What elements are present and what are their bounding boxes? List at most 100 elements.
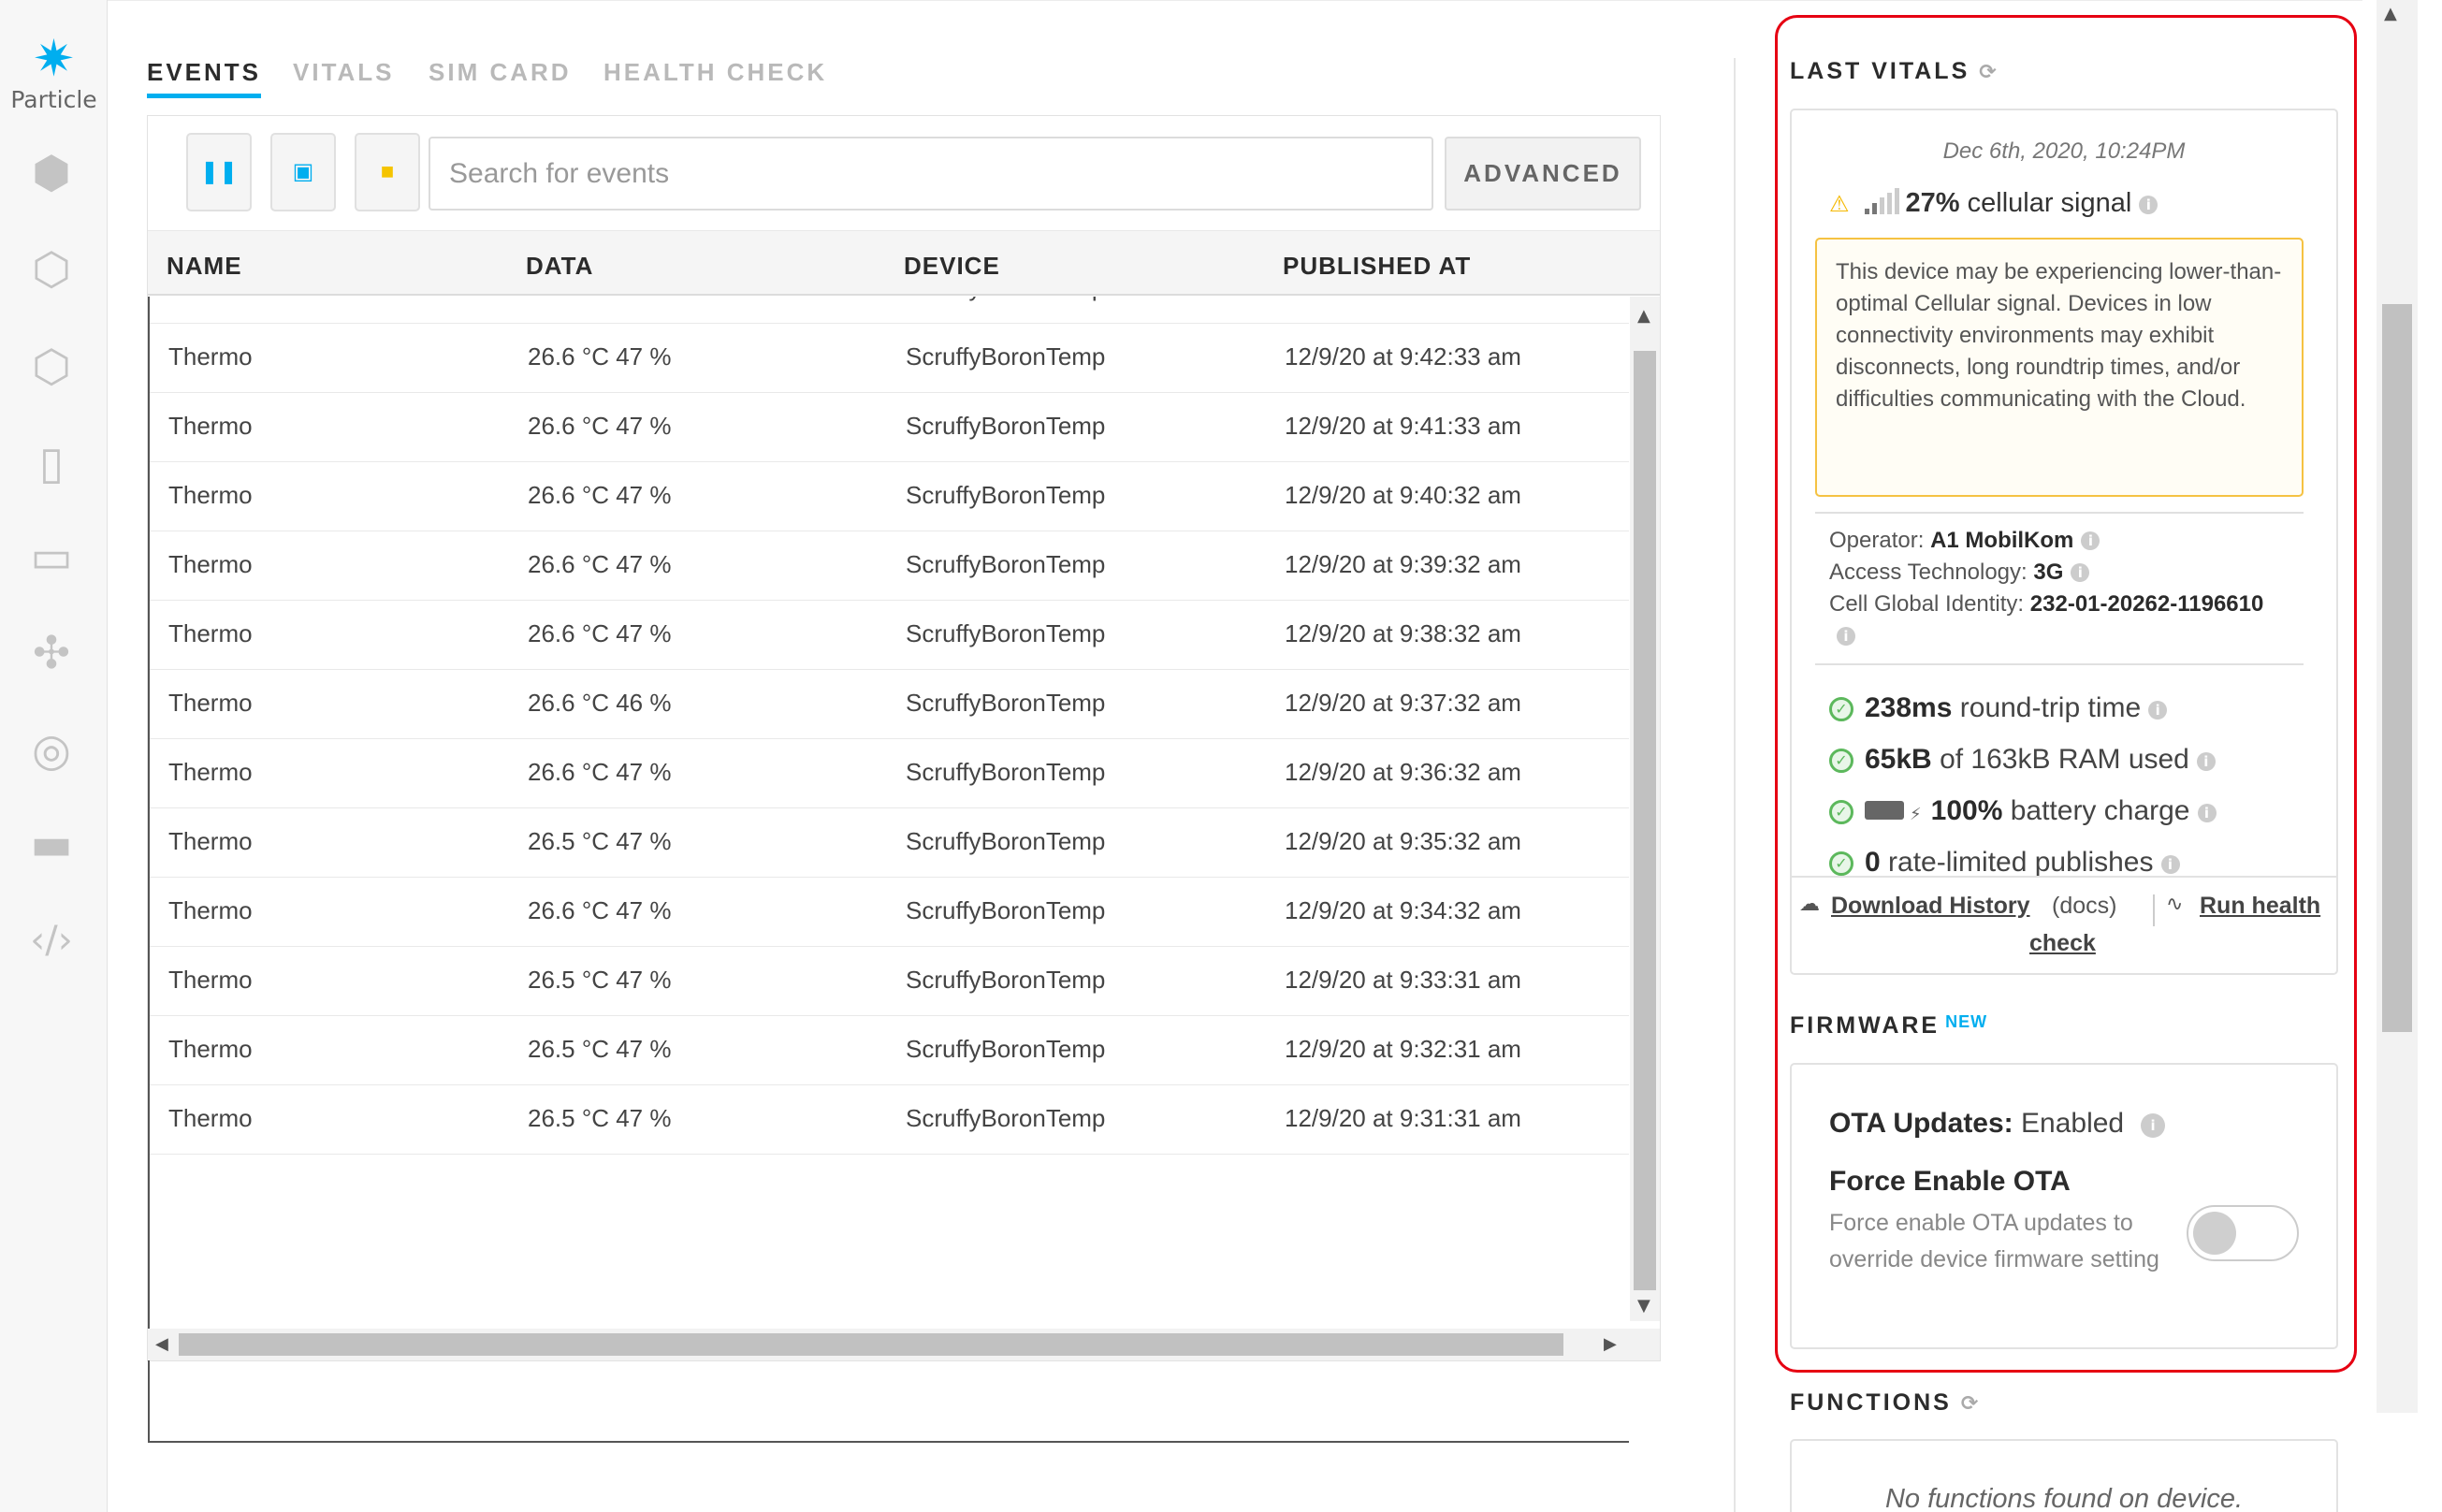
tab-events[interactable]: EVENTS [147,58,262,98]
clear-button[interactable]: ■ [355,133,420,211]
event-data: 26.6 °C 47 % [528,297,672,302]
event-data: 26.5 °C 47 % [528,966,672,994]
event-name: Thermo [168,481,253,509]
event-device: ScruffyBoronTemp [906,342,1106,371]
no-functions-message: No functions found on device. [1884,1484,2244,1512]
events-horizontal-scrollbar[interactable]: ◀ ▶ [148,1329,1660,1360]
column-name[interactable]: NAME [167,252,242,281]
event-data: 26.6 °C 47 % [528,550,672,578]
table-row[interactable]: Thermo 26.6 °C 47 % ScruffyBoronTemp 12/9/2… [150,393,1629,462]
tab-sim-card[interactable]: SIM CARD [429,58,572,87]
table-row[interactable]: Thermo 26.6 °C 47 % ScruffyBoronTemp 12/9/2… [150,297,1629,324]
event-device: ScruffyBoronTemp [906,758,1106,786]
tab-vitals[interactable]: VITALS [293,58,395,87]
event-published-at: 12/9/20 at 9:37:32 am [1285,689,1521,717]
sidebar: ✷ Particle ⬢ ⬡ ⬡ ▯ ▭ ✣ ◎ ▬ ‹/› [0,0,108,1512]
event-published-at: 12/9/20 at 9:36:32 am [1285,758,1521,786]
event-data: 26.6 °C 47 % [528,342,672,371]
event-data: 26.6 °C 46 % [528,689,672,717]
table-row[interactable]: Thermo 26.6 °C 47 % ScruffyBoronTemp 12/9/2… [150,601,1629,670]
events-table-header: NAME DATA DEVICE PUBLISHED AT [148,230,1660,296]
billing-card-icon[interactable]: ▬ [23,816,80,872]
console-terminal-icon[interactable]: ▭ [23,529,80,585]
functions-title: FUNCTIONS [1790,1389,1952,1416]
event-name: Thermo [168,550,253,578]
table-row[interactable]: Thermo 26.6 °C 47 % ScruffyBoronTemp 12/9/2… [150,739,1629,808]
sim-card-icon[interactable]: ▯ [23,435,80,491]
functions-heading: FUNCTIONS ⟳ [1790,1389,1978,1417]
particle-logo[interactable]: ✷ Particle [0,34,108,113]
vitals-highlight-outline [1775,15,2357,1373]
tab-health-check[interactable]: HEALTH CHECK [603,58,827,87]
table-row[interactable]: Thermo 26.5 °C 47 % ScruffyBoronTemp 12/9/2… [150,808,1629,878]
column-published-at[interactable]: PUBLISHED AT [1283,252,1471,281]
devices-cubes-icon[interactable]: ⬡ [23,241,80,298]
event-data: 26.6 °C 47 % [528,481,672,509]
event-published-at: 12/9/20 at 9:40:32 am [1285,481,1521,509]
page-scroll-thumb[interactable] [2382,304,2412,1032]
integrations-hub-icon[interactable]: ✣ [23,625,80,681]
event-name: Thermo [168,827,253,855]
products-cube-icon[interactable]: ⬢ [23,145,80,201]
event-name: Thermo [168,966,253,994]
search-events-input[interactable] [429,137,1433,211]
event-device: ScruffyBoronTemp [906,619,1106,647]
event-name: Thermo [168,1035,253,1063]
functions-card: No functions found on device. [1790,1439,2338,1512]
column-device[interactable]: DEVICE [904,252,1000,281]
code-icon[interactable]: ‹/› [23,912,80,968]
event-data: 26.5 °C 47 % [528,1104,672,1132]
event-published-at: 12/9/20 at 9:43:33 am [1285,297,1521,302]
event-published-at: 12/9/20 at 9:38:32 am [1285,619,1521,647]
scroll-right-arrow-icon[interactable]: ▶ [1604,1334,1617,1354]
scroll-down-arrow-icon[interactable]: ▼ [1637,1296,1650,1316]
event-device: ScruffyBoronTemp [906,412,1106,440]
event-device: ScruffyBoronTemp [906,481,1106,509]
event-published-at: 12/9/20 at 9:33:31 am [1285,966,1521,994]
top-border [108,0,2362,1]
event-device: ScruffyBoronTemp [906,689,1106,717]
event-device: ScruffyBoronTemp [906,966,1106,994]
scroll-up-arrow-icon[interactable]: ▲ [1637,306,1650,326]
authentication-fingerprint-icon[interactable]: ◎ [23,722,80,778]
event-device: ScruffyBoronTemp [906,1035,1106,1063]
event-name: Thermo [168,297,253,302]
table-row[interactable]: Thermo 26.6 °C 47 % ScruffyBoronTemp 12/9/2… [150,531,1629,601]
event-published-at: 12/9/20 at 9:39:32 am [1285,550,1521,578]
event-device: ScruffyBoronTemp [906,1104,1106,1132]
events-panel: ❚❚ ▣ ■ ADVANCED NAME DATA DEVICE PUBLISH… [147,115,1661,1443]
page-scroll-up-arrow-icon[interactable]: ▲ [2384,4,2397,23]
networks-hexagon-icon[interactable]: ⬡ [23,339,80,395]
event-published-at: 12/9/20 at 9:31:31 am [1285,1104,1521,1132]
pause-button[interactable]: ❚❚ [186,133,252,211]
event-device: ScruffyBoronTemp [906,827,1106,855]
column-divider [1734,58,1736,1512]
table-row[interactable]: Thermo 26.6 °C 47 % ScruffyBoronTemp 12/9/2… [150,878,1629,947]
table-row[interactable]: Thermo 26.6 °C 47 % ScruffyBoronTemp 12/9/2… [150,462,1629,531]
event-name: Thermo [168,758,253,786]
advanced-button[interactable]: ADVANCED [1445,137,1641,211]
terminal-button[interactable]: ▣ [270,133,336,211]
event-data: 26.5 °C 47 % [528,1035,672,1063]
event-name: Thermo [168,619,253,647]
event-data: 26.6 °C 47 % [528,896,672,924]
table-row[interactable]: Thermo 26.6 °C 46 % ScruffyBoronTemp 12/9/2… [150,670,1629,739]
event-name: Thermo [168,896,253,924]
particle-star-icon: ✷ [32,31,76,87]
table-row[interactable]: Thermo 26.6 °C 47 % ScruffyBoronTemp 12/9/2… [150,324,1629,393]
event-data: 26.5 °C 47 % [528,827,672,855]
table-row[interactable]: Thermo 26.5 °C 47 % ScruffyBoronTemp 12/9/2… [150,1085,1629,1155]
event-data: 26.6 °C 47 % [528,619,672,647]
table-row[interactable]: Thermo 26.5 °C 47 % ScruffyBoronTemp 12/9/2… [150,1016,1629,1085]
event-published-at: 12/9/20 at 9:42:33 am [1285,342,1521,371]
events-vertical-scroll-thumb[interactable] [1634,351,1656,1290]
event-name: Thermo [168,412,253,440]
event-device: ScruffyBoronTemp [906,550,1106,578]
table-row[interactable]: Thermo 26.5 °C 47 % ScruffyBoronTemp 12/9/2… [150,947,1629,1016]
functions-refresh-icon[interactable]: ⟳ [1961,1392,1978,1416]
scroll-left-arrow-icon[interactable]: ◀ [155,1334,168,1354]
logo-label: Particle [10,86,97,113]
events-vertical-scrollbar[interactable]: ▲ ▼ [1630,297,1660,1321]
events-horizontal-scroll-thumb[interactable] [179,1333,1563,1356]
column-data[interactable]: DATA [526,252,593,281]
